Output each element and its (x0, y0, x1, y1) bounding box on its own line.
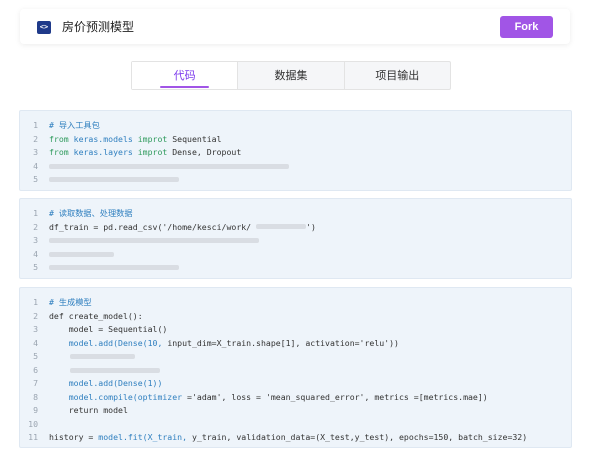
code-token: model.add(Dense(10, (49, 337, 168, 348)
line-number: 2 (33, 221, 38, 232)
code-line: 6 (20, 364, 571, 377)
code-token: ') (306, 221, 316, 232)
code-line: 5 (20, 350, 571, 363)
code-token: ='adam', loss = 'mean_squared_error', me… (187, 391, 488, 402)
code-text: def create_model(): (49, 310, 143, 323)
code-token: improt (137, 147, 168, 157)
code-text: model.add(Dense(10, input_dim=X_train.sh… (49, 337, 399, 350)
code-token: model.add(Dense(1)) (49, 378, 163, 388)
code-line: 4 (20, 248, 571, 261)
code-token: model.fit(X_train, (98, 432, 192, 442)
code-text: history = model.fit(X_train, y_train, va… (49, 431, 527, 444)
code-text: from keras.models improt Sequential (49, 133, 222, 146)
code-text: model.add(Dense(1)) (49, 377, 163, 390)
code-token: from (49, 133, 69, 144)
code-token: # 生成模型 (49, 297, 92, 307)
line-number: 3 (33, 147, 38, 157)
tab-dataset[interactable]: 数据集 (238, 62, 345, 89)
code-line: 1 # 导入工具包 (20, 119, 571, 132)
line-number: 5 (33, 262, 38, 272)
code-project-icon: <> (37, 21, 51, 34)
code-token: keras.layers (68, 147, 138, 157)
line-number: 10 (28, 418, 38, 429)
code-line: 5 (20, 173, 571, 186)
line-number: 8 (33, 391, 38, 402)
redacted-code-placeholder (70, 367, 160, 373)
line-number: 5 (33, 174, 38, 184)
redacted-code-placeholder (49, 265, 179, 270)
code-token: # 读取数据、处理数据 (49, 208, 133, 218)
code-line: 2 df_train = pd.read_csv('/home/kesci/wor… (20, 221, 571, 234)
code-line: 3 (20, 234, 571, 247)
line-number: 1 (33, 208, 38, 218)
code-token: history = (49, 432, 99, 442)
code-token: Sequential (167, 133, 222, 144)
line-number: 1 (33, 297, 38, 307)
line-number: 5 (33, 351, 38, 361)
line-number: 4 (33, 248, 38, 259)
code-text: model = Sequential() (49, 323, 168, 336)
tab-output[interactable]: 项目输出 (345, 62, 450, 89)
code-text: # 导入工具包 (49, 119, 100, 132)
tab-code[interactable]: 代码 (132, 62, 239, 89)
code-line: 4 model.add(Dense(10, input_dim=X_train.… (20, 337, 571, 350)
notebook-header: <> 房价预测模型 Fork (20, 9, 570, 44)
line-number: 7 (33, 378, 38, 388)
tab-bar: 代码 数据集 项目输出 (131, 61, 451, 90)
code-text: from keras.layers improt Dense, Dropout (49, 146, 241, 159)
code-token: input_dim=X_train.shape[1], activation='… (167, 337, 399, 348)
code-text: # 读取数据、处理数据 (49, 207, 133, 220)
code-text: model.compile(optimizer ='adam', loss = … (49, 391, 488, 404)
code-line: 3 from keras.layers improt Dense, Dropout (20, 146, 571, 159)
code-token: Dense, Dropout (167, 147, 242, 157)
redacted-path-placeholder (256, 223, 307, 229)
line-number: 9 (33, 405, 38, 415)
line-number: 3 (33, 235, 38, 245)
line-number: 11 (28, 432, 38, 442)
code-line: 4 (20, 160, 571, 173)
code-token: improt (137, 133, 168, 144)
code-line: 5 (20, 261, 571, 274)
code-line: 2 from keras.models improt Sequential (20, 133, 571, 146)
line-number: 1 (33, 120, 38, 130)
line-number: 3 (33, 324, 38, 334)
redacted-code-placeholder (49, 251, 114, 257)
code-token: # 导入工具包 (49, 120, 100, 130)
code-cell-imports[interactable]: 1 # 导入工具包 2 from keras.models improt Sequen… (19, 110, 572, 191)
code-text: df_train = pd.read_csv('/home/kesci/work… (49, 221, 316, 234)
code-token: y_train, validation_data=(X_test,y_test)… (191, 432, 528, 442)
code-text: # 生成模型 (49, 296, 92, 309)
redacted-code-placeholder (49, 238, 259, 243)
line-number: 6 (33, 364, 38, 375)
code-line: 3 model = Sequential() (20, 323, 571, 336)
code-token: def create_model(): (49, 310, 143, 321)
code-line: 7 model.add(Dense(1)) (20, 377, 571, 390)
code-line: 8 model.compile(optimizer ='adam', loss … (20, 391, 571, 404)
line-number: 2 (33, 310, 38, 321)
code-line: 11 history = model.fit(X_train, y_train, … (20, 431, 571, 444)
code-token: return model (49, 405, 128, 415)
fork-button[interactable]: Fork (500, 16, 553, 38)
code-line: 2 def create_model(): (20, 310, 571, 323)
redacted-code-placeholder (49, 163, 289, 169)
code-token: keras.models (68, 133, 138, 144)
code-token: model = Sequential() (49, 324, 168, 334)
code-line: 10 (20, 418, 571, 431)
line-number: 4 (33, 337, 38, 348)
code-line: 9 return model (20, 404, 571, 417)
project-title: 房价预测模型 (62, 20, 135, 34)
code-cell-data[interactable]: 1 # 读取数据、处理数据 2 df_train = pd.read_csv('/ho… (19, 198, 572, 279)
line-number: 4 (33, 160, 38, 171)
redacted-code-placeholder (49, 177, 179, 182)
code-token: from (49, 147, 69, 157)
code-cell-model[interactable]: 1 # 生成模型 2 def create_model(): 3 model = Seq… (19, 287, 572, 448)
code-text: return model (49, 404, 128, 417)
code-token: model.compile(optimizer (49, 391, 188, 402)
line-number: 2 (33, 133, 38, 144)
code-token: df_train = pd.read_csv('/home/kesci/work… (49, 221, 257, 232)
code-line: 1 # 生成模型 (20, 296, 571, 309)
code-line: 1 # 读取数据、处理数据 (20, 207, 571, 220)
redacted-code-placeholder (70, 354, 135, 359)
